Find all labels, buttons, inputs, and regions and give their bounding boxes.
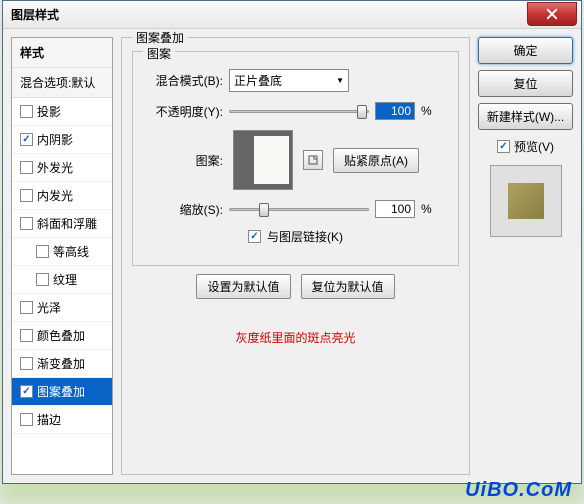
opacity-label: 不透明度(Y): bbox=[143, 103, 223, 120]
sidebar-item-2[interactable]: 外发光 bbox=[12, 154, 112, 182]
sidebar-item-4[interactable]: 斜面和浮雕 bbox=[12, 210, 112, 238]
snap-origin-button[interactable]: 贴紧原点(A) bbox=[333, 148, 419, 173]
right-column: 确定 复位 新建样式(W)... 预览(V) bbox=[478, 37, 573, 475]
chevron-down-icon: ▼ bbox=[336, 76, 344, 85]
close-button[interactable] bbox=[527, 2, 577, 26]
blend-mode-combo[interactable]: 正片叠底 ▼ bbox=[229, 69, 349, 92]
sidebar-item-7[interactable]: 光泽 bbox=[12, 294, 112, 322]
pattern-new-button[interactable] bbox=[303, 150, 323, 170]
layer-style-dialog: 图层样式 样式 混合选项:默认 投影内阴影外发光内发光斜面和浮雕等高线纹理光泽颜… bbox=[2, 0, 582, 484]
sidebar-item-8[interactable]: 颜色叠加 bbox=[12, 322, 112, 350]
sidebar-item-label: 斜面和浮雕 bbox=[37, 215, 97, 232]
sidebar-item-6[interactable]: 纹理 bbox=[12, 266, 112, 294]
sidebar-item-3[interactable]: 内发光 bbox=[12, 182, 112, 210]
sidebar-checkbox-1[interactable] bbox=[20, 133, 33, 146]
sidebar-item-5[interactable]: 等高线 bbox=[12, 238, 112, 266]
preview-checkbox[interactable] bbox=[497, 140, 510, 153]
sidebar-checkbox-7[interactable] bbox=[20, 301, 33, 314]
sidebar-item-9[interactable]: 渐变叠加 bbox=[12, 350, 112, 378]
sidebar-checkbox-0[interactable] bbox=[20, 105, 33, 118]
titlebar[interactable]: 图层样式 bbox=[3, 1, 581, 29]
sidebar-header-styles[interactable]: 样式 bbox=[12, 38, 112, 68]
new-doc-icon bbox=[307, 154, 319, 166]
set-default-button[interactable]: 设置为默认值 bbox=[196, 274, 290, 299]
sidebar-checkbox-8[interactable] bbox=[20, 329, 33, 342]
new-style-button[interactable]: 新建样式(W)... bbox=[478, 103, 573, 130]
sidebar-item-label: 光泽 bbox=[37, 299, 61, 316]
annotation-note: 灰度纸里面的斑点亮光 bbox=[132, 329, 459, 346]
blend-mode-label: 混合模式(B): bbox=[143, 72, 223, 89]
sidebar-item-label: 纹理 bbox=[53, 271, 77, 288]
sidebar-checkbox-5[interactable] bbox=[36, 245, 49, 258]
reset-default-button[interactable]: 复位为默认值 bbox=[301, 274, 395, 299]
sidebar-item-label: 描边 bbox=[37, 411, 61, 428]
sidebar-item-label: 颜色叠加 bbox=[37, 327, 85, 344]
blend-mode-value: 正片叠底 bbox=[234, 72, 282, 89]
percent-label-2: % bbox=[421, 202, 432, 216]
opacity-input[interactable]: 100 bbox=[375, 102, 415, 120]
preview-label: 预览(V) bbox=[514, 138, 554, 155]
link-layer-label: 与图层链接(K) bbox=[267, 228, 343, 245]
watermark: UiBO.CoM bbox=[465, 479, 572, 502]
sidebar-checkbox-3[interactable] bbox=[20, 189, 33, 202]
sidebar-item-label: 外发光 bbox=[37, 159, 73, 176]
cancel-button[interactable]: 复位 bbox=[478, 70, 573, 97]
pattern-label: 图案: bbox=[143, 152, 223, 169]
window-title: 图层样式 bbox=[11, 6, 59, 23]
sidebar-item-10[interactable]: 图案叠加 bbox=[12, 378, 112, 406]
sidebar-item-11[interactable]: 描边 bbox=[12, 406, 112, 434]
link-layer-checkbox[interactable] bbox=[248, 230, 261, 243]
sidebar-item-1[interactable]: 内阴影 bbox=[12, 126, 112, 154]
sidebar-checkbox-6[interactable] bbox=[36, 273, 49, 286]
settings-panel: 图案叠加 图案 混合模式(B): 正片叠底 ▼ bbox=[121, 37, 470, 475]
close-icon bbox=[546, 8, 558, 20]
sidebar-blending-options[interactable]: 混合选项:默认 bbox=[12, 68, 112, 98]
sidebar-checkbox-10[interactable] bbox=[20, 385, 33, 398]
sidebar-item-label: 投影 bbox=[37, 103, 61, 120]
sidebar-item-label: 等高线 bbox=[53, 243, 89, 260]
sidebar-checkbox-11[interactable] bbox=[20, 413, 33, 426]
scale-slider[interactable] bbox=[229, 201, 369, 217]
scale-label: 缩放(S): bbox=[143, 201, 223, 218]
sidebar-item-label: 内阴影 bbox=[37, 131, 73, 148]
sidebar-checkbox-9[interactable] bbox=[20, 357, 33, 370]
percent-label: % bbox=[421, 104, 432, 118]
sidebar-checkbox-4[interactable] bbox=[20, 217, 33, 230]
preview-swatch bbox=[490, 165, 562, 237]
scale-input[interactable]: 100 bbox=[375, 200, 415, 218]
sidebar-item-label: 图案叠加 bbox=[37, 383, 85, 400]
sidebar-item-0[interactable]: 投影 bbox=[12, 98, 112, 126]
opacity-slider[interactable] bbox=[229, 103, 369, 119]
pattern-group-legend: 图案 bbox=[143, 45, 175, 62]
sidebar-item-label: 渐变叠加 bbox=[37, 355, 85, 372]
sidebar-item-label: 内发光 bbox=[37, 187, 73, 204]
ok-button[interactable]: 确定 bbox=[478, 37, 573, 64]
styles-sidebar: 样式 混合选项:默认 投影内阴影外发光内发光斜面和浮雕等高线纹理光泽颜色叠加渐变… bbox=[11, 37, 113, 475]
sidebar-checkbox-2[interactable] bbox=[20, 161, 33, 174]
pattern-swatch[interactable] bbox=[233, 130, 293, 190]
panel-title: 图案叠加 bbox=[132, 29, 188, 46]
